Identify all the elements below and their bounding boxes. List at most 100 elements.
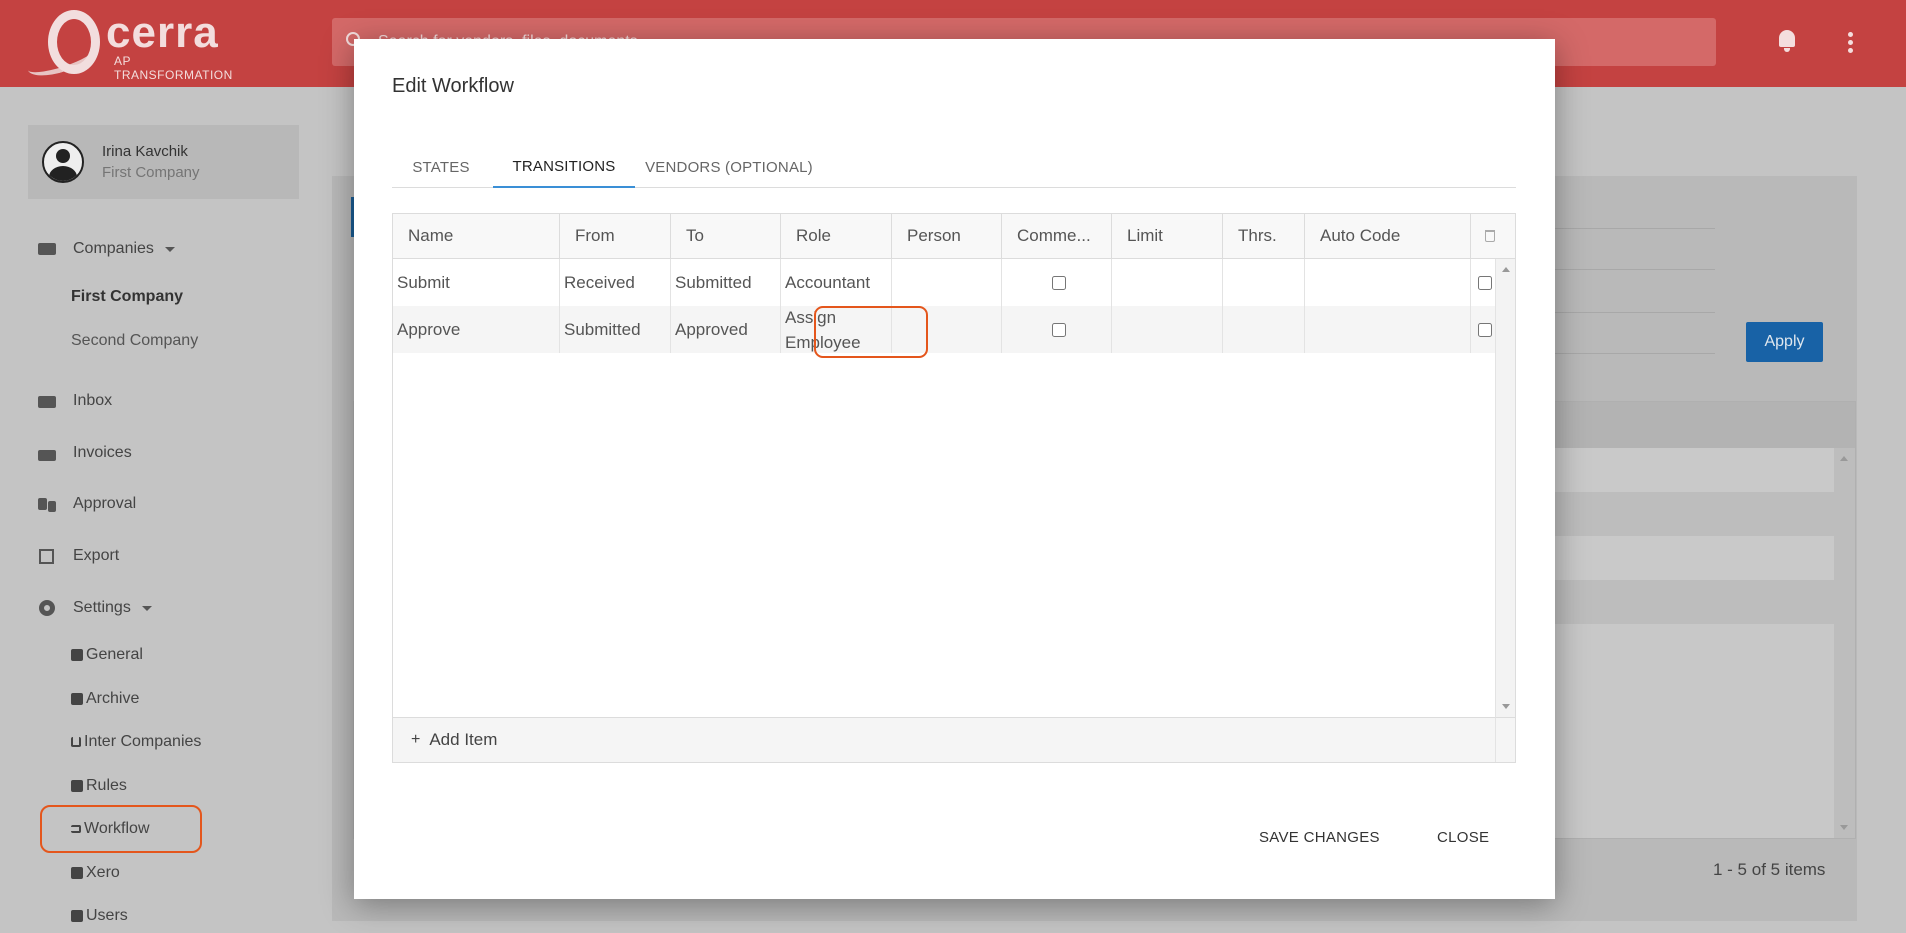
settings-item-label: Archive bbox=[86, 690, 140, 707]
nav-export[interactable]: Export bbox=[38, 543, 119, 569]
cell-thrs[interactable] bbox=[1223, 306, 1305, 353]
cell-comment[interactable] bbox=[1002, 306, 1112, 353]
grid-footer: + Add Item bbox=[393, 717, 1495, 762]
company-item-first[interactable]: First Company bbox=[71, 288, 183, 306]
logo-subtitle: AP TRANSFORMATION bbox=[114, 54, 233, 82]
comment-checkbox[interactable] bbox=[1051, 275, 1066, 290]
scroll-down-icon[interactable] bbox=[1502, 704, 1510, 709]
settings-item-label: General bbox=[86, 646, 143, 663]
role-highlight-outline bbox=[814, 306, 928, 358]
cell-thrs[interactable] bbox=[1223, 259, 1305, 306]
cell-role[interactable]: Accountant bbox=[781, 259, 892, 306]
apply-button[interactable]: Apply bbox=[1746, 322, 1823, 362]
user-card[interactable]: Irina Kavchik First Company bbox=[28, 125, 299, 199]
settings-item-archive[interactable]: Archive bbox=[71, 688, 139, 710]
nav-invoices[interactable]: Invoices bbox=[38, 440, 132, 466]
column-header-from[interactable]: From bbox=[560, 214, 671, 259]
background-divider bbox=[1555, 353, 1715, 354]
cell-to[interactable]: Submitted bbox=[671, 259, 781, 306]
archive-icon bbox=[71, 693, 83, 705]
basket-icon bbox=[38, 445, 56, 461]
close-button[interactable]: CLOSE bbox=[1437, 829, 1489, 846]
background-divider bbox=[1555, 312, 1715, 313]
column-header-role[interactable]: Role bbox=[781, 214, 892, 259]
background-divider bbox=[1555, 228, 1715, 229]
cell-from[interactable]: Received bbox=[560, 259, 671, 306]
nav-export-label: Export bbox=[73, 547, 120, 564]
cell-select[interactable] bbox=[1471, 259, 1495, 306]
row-select-checkbox[interactable] bbox=[1478, 275, 1492, 290]
column-header-name[interactable]: Name bbox=[393, 214, 560, 259]
column-header-person[interactable]: Person bbox=[892, 214, 1002, 259]
settings-item-inter-companies[interactable]: Inter Companies bbox=[71, 731, 201, 753]
settings-item-general[interactable]: General bbox=[71, 644, 143, 666]
settings-item-rules[interactable]: Rules bbox=[71, 775, 127, 797]
scroll-up-icon[interactable] bbox=[1840, 456, 1848, 461]
kebab-menu-icon[interactable] bbox=[1840, 30, 1860, 54]
cell-person[interactable] bbox=[892, 259, 1002, 306]
nav-inbox[interactable]: Inbox bbox=[38, 388, 112, 414]
nav-approval[interactable]: Approval bbox=[38, 491, 136, 517]
nav-settings[interactable]: Settings bbox=[38, 595, 152, 621]
scroll-down-icon[interactable] bbox=[1840, 825, 1848, 830]
save-changes-button[interactable]: SAVE CHANGES bbox=[1259, 829, 1380, 846]
trash-icon bbox=[1485, 230, 1495, 242]
add-item-button[interactable]: + Add Item bbox=[411, 730, 497, 750]
company-item-second[interactable]: Second Company bbox=[71, 332, 198, 350]
cell-auto-code[interactable] bbox=[1305, 306, 1471, 353]
user-company: First Company bbox=[102, 164, 200, 181]
column-header-comment[interactable]: Comme... bbox=[1002, 214, 1112, 259]
cell-select[interactable] bbox=[1471, 306, 1495, 353]
comment-checkbox[interactable] bbox=[1051, 322, 1066, 337]
settings-item-label: Inter Companies bbox=[84, 733, 202, 750]
puzzle-icon bbox=[71, 867, 83, 879]
table-row[interactable]: Submit Received Submitted Accountant bbox=[393, 259, 1495, 306]
gear-icon bbox=[38, 600, 56, 616]
column-header-to[interactable]: To bbox=[671, 214, 781, 259]
tab-vendors-optional[interactable]: VENDORS (OPTIONAL) bbox=[639, 147, 819, 188]
cell-auto-code[interactable] bbox=[1305, 259, 1471, 306]
settings-item-xero[interactable]: Xero bbox=[71, 862, 120, 884]
cell-name[interactable]: Approve bbox=[393, 306, 560, 353]
cell-limit[interactable] bbox=[1112, 259, 1223, 306]
tab-transitions[interactable]: TRANSITIONS bbox=[493, 147, 635, 188]
bell-icon[interactable] bbox=[1776, 28, 1800, 54]
user-name: Irina Kavchik bbox=[102, 143, 188, 160]
scroll-up-icon[interactable] bbox=[1502, 267, 1510, 272]
row-select-checkbox[interactable] bbox=[1478, 322, 1492, 337]
edit-workflow-dialog: Edit Workflow STATES TRANSITIONS VENDORS… bbox=[354, 39, 1555, 899]
column-header-delete[interactable] bbox=[1471, 214, 1515, 259]
dialog-tabs: STATES TRANSITIONS VENDORS (OPTIONAL) bbox=[392, 147, 1516, 188]
settings-item-label: Xero bbox=[86, 864, 120, 881]
grid-footer-corner bbox=[1495, 717, 1515, 762]
caret-down-icon bbox=[141, 605, 152, 611]
cell-to[interactable]: Approved bbox=[671, 306, 781, 353]
column-header-auto-code[interactable]: Auto Code bbox=[1305, 214, 1471, 259]
nav-approval-label: Approval bbox=[73, 495, 137, 512]
cell-limit[interactable] bbox=[1112, 306, 1223, 353]
column-header-limit[interactable]: Limit bbox=[1112, 214, 1223, 259]
cell-name[interactable]: Submit bbox=[393, 259, 560, 306]
thumbs-icon bbox=[38, 496, 56, 512]
nav-companies-label: Companies bbox=[73, 240, 154, 257]
caret-down-icon bbox=[164, 246, 175, 252]
id-card-icon bbox=[38, 241, 56, 257]
logo-o-icon bbox=[48, 10, 100, 74]
cell-comment[interactable] bbox=[1002, 259, 1112, 306]
cell-from[interactable]: Submitted bbox=[560, 306, 671, 353]
tab-states[interactable]: STATES bbox=[392, 147, 490, 188]
nav-invoices-label: Invoices bbox=[73, 444, 132, 461]
column-header-thrs[interactable]: Thrs. bbox=[1223, 214, 1305, 259]
plus-icon: + bbox=[411, 731, 421, 748]
cerra-logo[interactable]: cerra AP TRANSFORMATION bbox=[23, 8, 246, 83]
rules-icon bbox=[71, 780, 83, 792]
table-row[interactable]: Approve Submitted Approved Assign Employ… bbox=[393, 306, 1495, 353]
settings-item-users[interactable]: Users bbox=[71, 905, 128, 927]
export-icon bbox=[38, 548, 56, 564]
background-scrollbar[interactable] bbox=[1834, 448, 1855, 838]
settings-item-label: Users bbox=[86, 907, 128, 924]
grid-scrollbar[interactable] bbox=[1495, 259, 1515, 717]
settings-item-label: Rules bbox=[86, 777, 127, 794]
nav-inbox-label: Inbox bbox=[73, 392, 113, 409]
nav-companies[interactable]: Companies bbox=[38, 236, 175, 262]
